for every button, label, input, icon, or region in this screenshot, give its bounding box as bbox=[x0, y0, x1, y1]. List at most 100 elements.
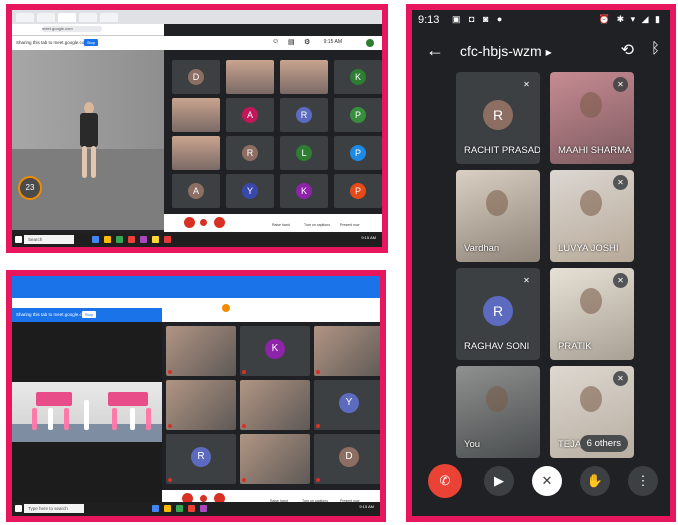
participant-tile[interactable]: ✕ PRATIK bbox=[550, 268, 634, 360]
app-icon[interactable] bbox=[188, 505, 195, 512]
raise-hand-label[interactable]: Raise hand bbox=[272, 223, 290, 227]
participant-tile[interactable] bbox=[172, 98, 220, 132]
avatar: L bbox=[296, 145, 312, 161]
participant-tile[interactable]: P bbox=[334, 98, 382, 132]
stop-sharing-button[interactable]: Stop bbox=[82, 311, 96, 318]
browser-tab[interactable] bbox=[37, 13, 55, 22]
browser-tab[interactable] bbox=[100, 13, 118, 22]
avatar: A bbox=[188, 183, 204, 199]
avatar: R bbox=[296, 107, 312, 123]
mic-muted-icon bbox=[168, 478, 172, 482]
meet-clock: 9:15 AM bbox=[323, 39, 342, 45]
browser-tab-strip bbox=[12, 276, 380, 298]
participant-tile[interactable]: A bbox=[226, 98, 274, 132]
app-icon[interactable] bbox=[104, 236, 111, 243]
bluetooth-icon[interactable]: ᛒ bbox=[651, 40, 660, 57]
participant-tile[interactable]: Vardhan bbox=[456, 170, 540, 262]
captions-label[interactable]: Turn on captions bbox=[304, 223, 330, 227]
camera-button[interactable]: ▶ bbox=[484, 466, 514, 496]
avatar: Y bbox=[339, 393, 359, 413]
browser-tab-active[interactable] bbox=[58, 13, 76, 22]
app-icon[interactable] bbox=[176, 505, 183, 512]
shared-dance-video bbox=[12, 322, 162, 508]
participant-tile[interactable]: D bbox=[314, 434, 380, 484]
participant-tile[interactable] bbox=[166, 380, 236, 430]
participant-tile[interactable]: ✕ TEJA 6 others bbox=[550, 366, 634, 458]
app-icon[interactable] bbox=[152, 505, 159, 512]
mic-muted-icon: ✕ bbox=[519, 273, 534, 288]
activities-icon[interactable]: ⚙ bbox=[304, 38, 310, 46]
participant-tile[interactable] bbox=[240, 380, 310, 430]
participant-tile[interactable]: R bbox=[226, 136, 274, 170]
participant-tile[interactable]: D bbox=[172, 60, 220, 94]
participant-tile[interactable]: You bbox=[456, 366, 540, 458]
participant-tile[interactable] bbox=[166, 326, 236, 376]
stop-sharing-button[interactable]: Stop bbox=[84, 39, 98, 46]
address-bar[interactable]: meet.google.com bbox=[12, 24, 164, 36]
participant-tile[interactable]: P bbox=[334, 136, 382, 170]
meeting-code[interactable]: cfc-hbjs-wzm ▶ bbox=[460, 43, 552, 59]
app-icon[interactable] bbox=[164, 236, 171, 243]
app-icon[interactable] bbox=[92, 236, 99, 243]
participant-tile[interactable] bbox=[280, 60, 328, 94]
participant-tile[interactable]: R bbox=[166, 434, 236, 484]
raise-hand-button[interactable]: ✋ bbox=[580, 466, 610, 496]
app-icon[interactable] bbox=[152, 236, 159, 243]
participant-tile[interactable]: Y bbox=[226, 174, 274, 208]
participant-tile[interactable] bbox=[172, 136, 220, 170]
start-icon[interactable] bbox=[15, 505, 22, 512]
participant-tile[interactable]: L bbox=[280, 136, 328, 170]
participant-tile[interactable] bbox=[314, 326, 380, 376]
participant-tile[interactable]: K bbox=[334, 60, 382, 94]
mic-off-button[interactable]: ✕ bbox=[532, 466, 562, 496]
end-call-button[interactable] bbox=[200, 219, 207, 226]
participant-tile[interactable]: K bbox=[240, 326, 310, 376]
meet-top-bar: ☺ ▤ ⚙ 9:15 AM bbox=[164, 36, 382, 50]
switch-camera-icon[interactable]: ⟲ bbox=[621, 40, 634, 60]
windows-taskbar: Search 9:15 AM bbox=[12, 233, 382, 247]
app-icon[interactable] bbox=[116, 236, 123, 243]
app-icon[interactable] bbox=[128, 236, 135, 243]
avatar[interactable] bbox=[366, 39, 374, 47]
participant-tile[interactable] bbox=[226, 60, 274, 94]
video-face bbox=[486, 386, 508, 412]
camera-off-button[interactable] bbox=[214, 217, 225, 228]
chat-icon[interactable]: ▤ bbox=[288, 38, 295, 46]
system-status-icons: ⏰ ✱ ▾ ◢ ▮ bbox=[598, 14, 662, 24]
participant-tile[interactable]: A bbox=[172, 174, 220, 208]
app-icon[interactable] bbox=[200, 505, 207, 512]
mic-off-button[interactable] bbox=[184, 217, 195, 228]
end-call-button[interactable] bbox=[200, 495, 207, 502]
participant-tile[interactable]: P bbox=[334, 174, 382, 208]
end-call-button[interactable]: ✆ bbox=[428, 464, 462, 498]
browser-tab[interactable] bbox=[79, 13, 97, 22]
mic-muted-icon: ✕ bbox=[613, 273, 628, 288]
taskbar-search[interactable]: Type here to search bbox=[24, 504, 84, 513]
participant-grid: K Y R D bbox=[162, 322, 380, 490]
meet-top-bar bbox=[162, 298, 380, 322]
address-bar[interactable] bbox=[12, 298, 162, 308]
others-count-chip[interactable]: 6 others bbox=[579, 435, 628, 452]
start-icon[interactable] bbox=[15, 236, 22, 243]
participant-tile[interactable]: K bbox=[280, 174, 328, 208]
participant-tile[interactable]: R ✕ RACHIT PRASAD bbox=[456, 72, 540, 164]
share-text: Sharing this tab to meet.google.com bbox=[16, 312, 89, 317]
app-icon[interactable] bbox=[164, 505, 171, 512]
back-arrow-icon[interactable]: ← bbox=[426, 40, 444, 60]
more-options-button[interactable]: ⋮ bbox=[628, 466, 658, 496]
app-icon[interactable] bbox=[140, 236, 147, 243]
participant-tile[interactable]: ✕ MAAHI SHARMA bbox=[550, 72, 634, 164]
present-now-label[interactable]: Present now bbox=[340, 223, 359, 227]
browser-tab[interactable] bbox=[16, 13, 34, 22]
participant-tile[interactable] bbox=[240, 434, 310, 484]
participant-tile[interactable]: ✕ LUVYA JOSHI bbox=[550, 170, 634, 262]
participant-tile[interactable]: R ✕ RAGHAV SONI bbox=[456, 268, 540, 360]
mic-muted-icon bbox=[242, 370, 246, 374]
call-control-bar: ✆ ▶ ✕ ✋ ⋮ bbox=[412, 462, 670, 502]
participant-tile[interactable]: R bbox=[280, 98, 328, 132]
participant-tile[interactable]: Y bbox=[314, 380, 380, 430]
participant-name: Vardhan bbox=[464, 243, 500, 254]
people-icon[interactable]: ☺ bbox=[272, 38, 279, 45]
avatar: R bbox=[191, 447, 211, 467]
taskbar-search[interactable]: Search bbox=[24, 235, 74, 244]
